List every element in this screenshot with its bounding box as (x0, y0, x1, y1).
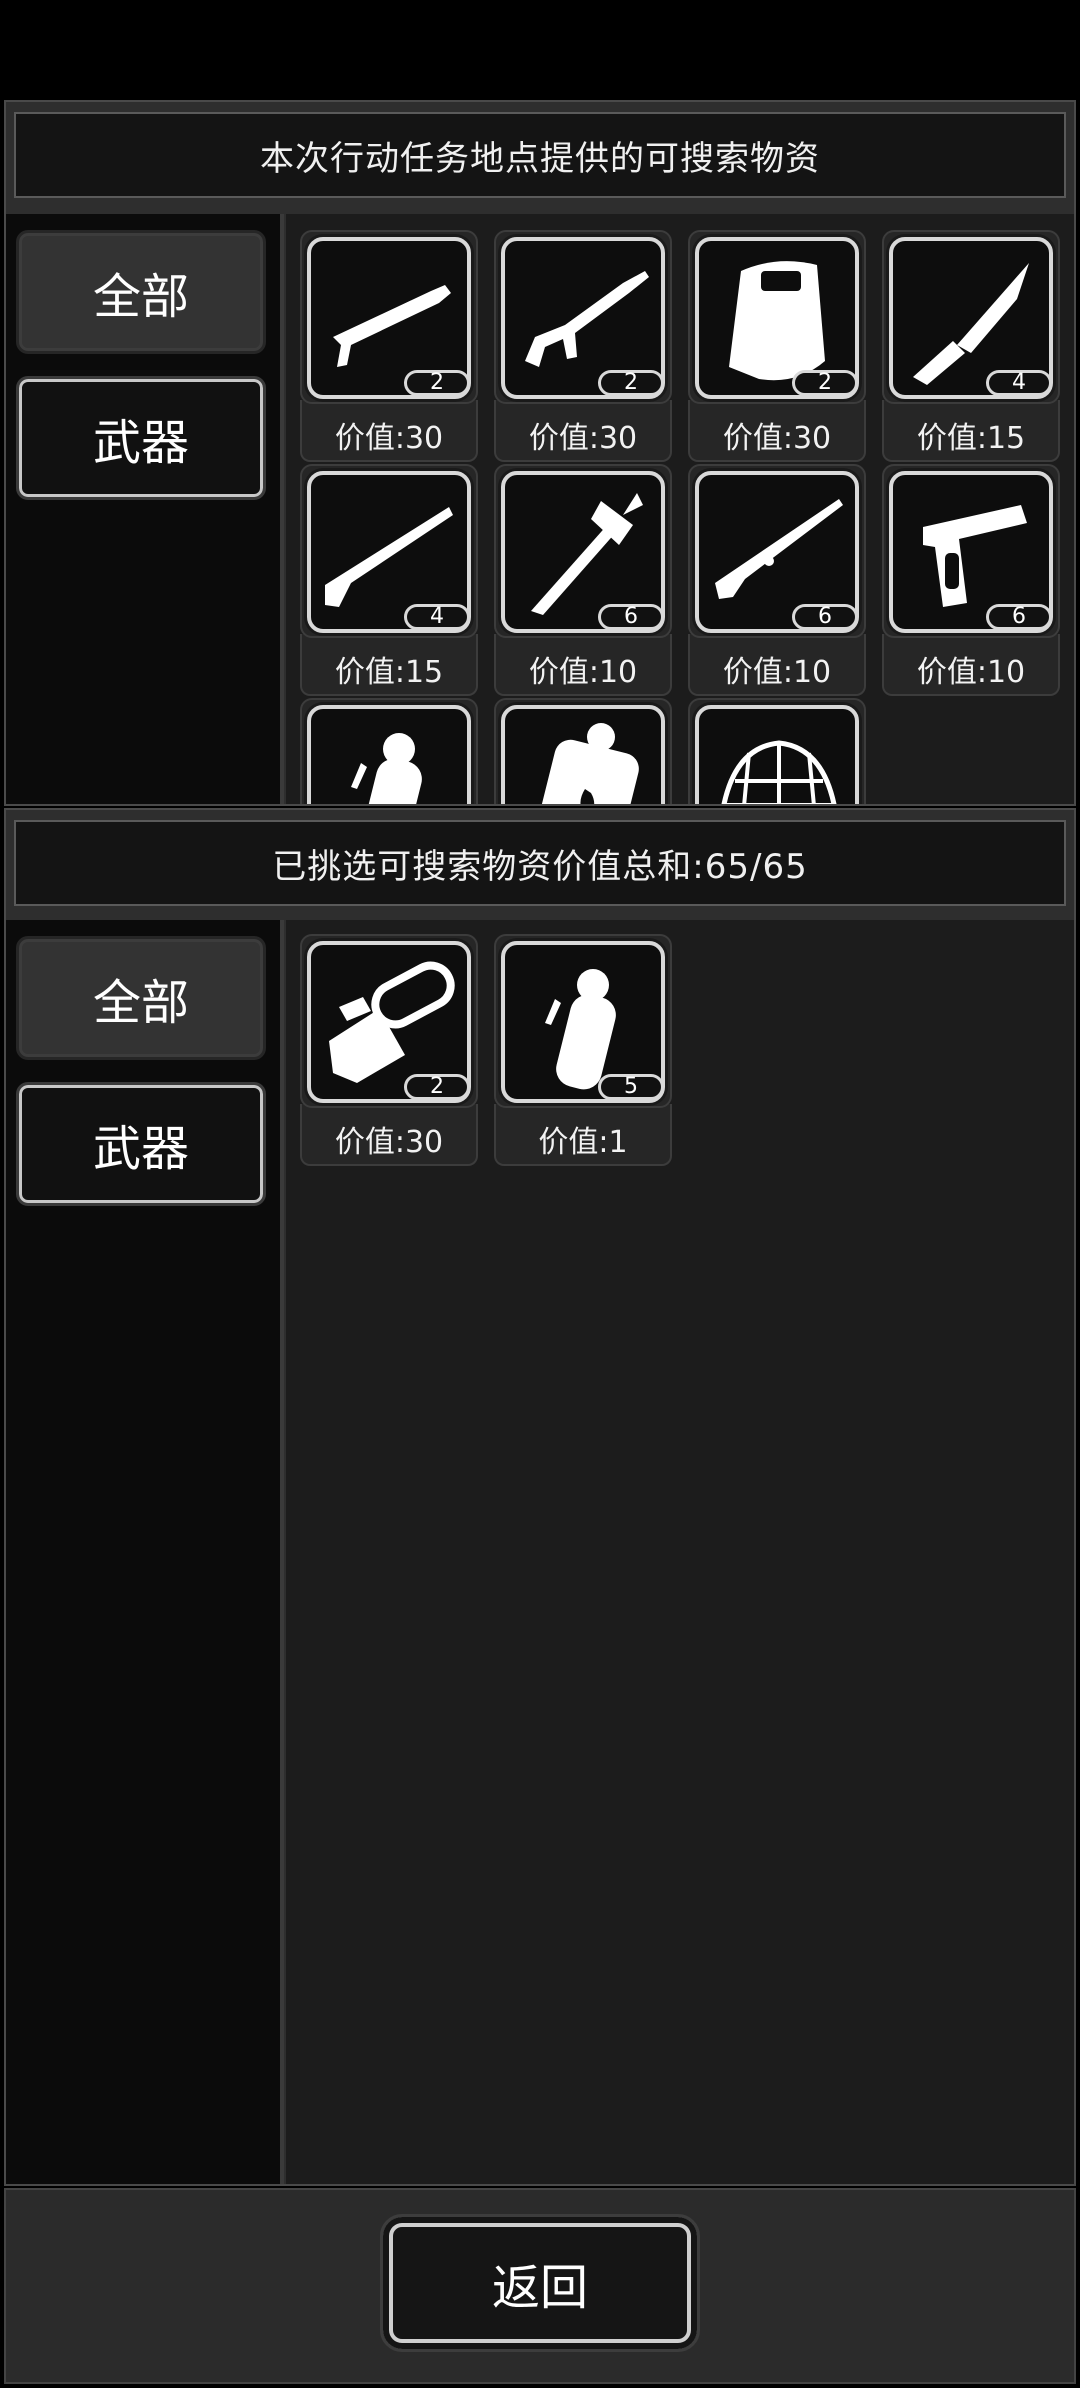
item-value-label: 价值:15 (916, 421, 1026, 456)
item-value-label: 价值:30 (528, 421, 638, 456)
item-count-badge: 6 (598, 604, 664, 630)
available-item-card[interactable]: 6 价值:10 (882, 464, 1060, 696)
item-value-label: 价值:10 (722, 655, 832, 690)
available-item-card[interactable]: 2 价值:30 (300, 230, 478, 462)
item-count-badge: 2 (404, 370, 470, 396)
available-item-card[interactable]: 4 价值:15 (882, 230, 1060, 462)
item-value-label: 价值:15 (334, 655, 444, 690)
item-value-label: 价值:30 (334, 1125, 444, 1160)
item-count-badge: 2 (404, 1074, 470, 1100)
top-item-grid[interactable]: 2 价值:30 2 价值:30 2 价值:30 4 价值:15 4 价值:15 6 价值:10 6 价值:… (286, 214, 1074, 804)
available-supplies-title: 本次行动任务地点提供的可搜索物资 (14, 112, 1066, 198)
back-button[interactable]: 返回 (380, 2214, 700, 2352)
bottom-tab-all[interactable]: 全部 (16, 936, 266, 1060)
available-item-card[interactable]: 6 价值:10 (688, 464, 866, 696)
selected-item-card[interactable]: 5 价值:1 (494, 934, 672, 1166)
selected-supplies-title: 已挑选可搜索物资价值总和:65/65 (14, 820, 1066, 906)
available-item-card[interactable]: 2 价值:30 (688, 230, 866, 462)
item-count-badge: 6 (792, 604, 858, 630)
fire-grenade-icon (501, 705, 665, 804)
item-value-label: 价值:30 (722, 421, 832, 456)
item-value-label: 价值:10 (528, 655, 638, 690)
item-count-badge: 6 (986, 604, 1052, 630)
item-count-badge: 2 (598, 370, 664, 396)
available-item-card[interactable] (300, 698, 478, 804)
top-tab-weapons[interactable]: 武器 (16, 376, 266, 500)
top-tab-all[interactable]: 全部 (16, 230, 266, 354)
item-count-badge: 4 (404, 604, 470, 630)
camo-helmet-icon (695, 705, 859, 804)
available-item-card[interactable] (494, 698, 672, 804)
item-value-label: 价值:1 (538, 1125, 628, 1160)
bottom-item-grid[interactable]: 2 价值:30 5 价值:1 (286, 920, 1074, 2184)
selected-item-card[interactable]: 2 价值:30 (300, 934, 478, 1166)
available-item-card[interactable]: 4 价值:15 (300, 464, 478, 696)
stun-grenade-icon (307, 705, 471, 804)
available-item-card[interactable] (688, 698, 866, 804)
available-item-card[interactable]: 6 价值:10 (494, 464, 672, 696)
item-count-badge: 2 (792, 370, 858, 396)
item-value-label: 价值:30 (334, 421, 444, 456)
item-count-badge: 4 (986, 370, 1052, 396)
item-value-label: 价值:10 (916, 655, 1026, 690)
item-count-badge: 5 (598, 1074, 664, 1100)
available-item-card[interactable]: 2 价值:30 (494, 230, 672, 462)
bottom-tab-weapons[interactable]: 武器 (16, 1082, 266, 1206)
